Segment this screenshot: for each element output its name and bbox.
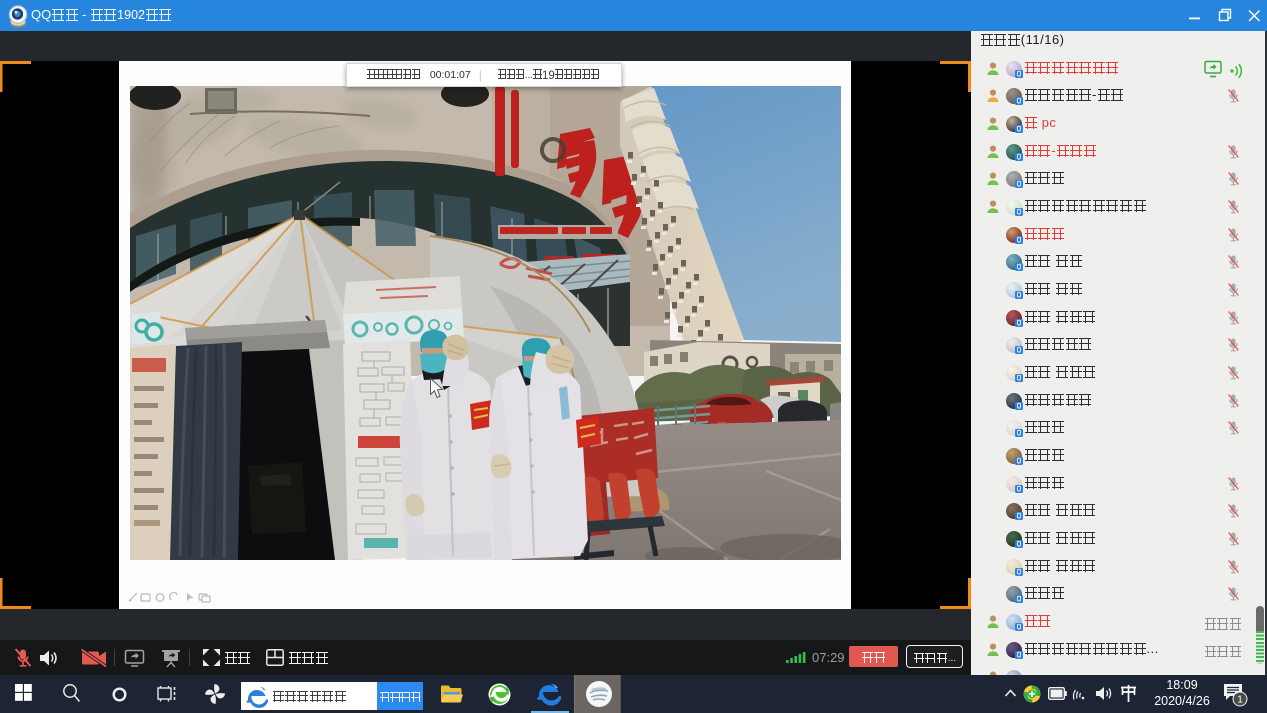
svg-text:1: 1 — [1237, 695, 1243, 706]
